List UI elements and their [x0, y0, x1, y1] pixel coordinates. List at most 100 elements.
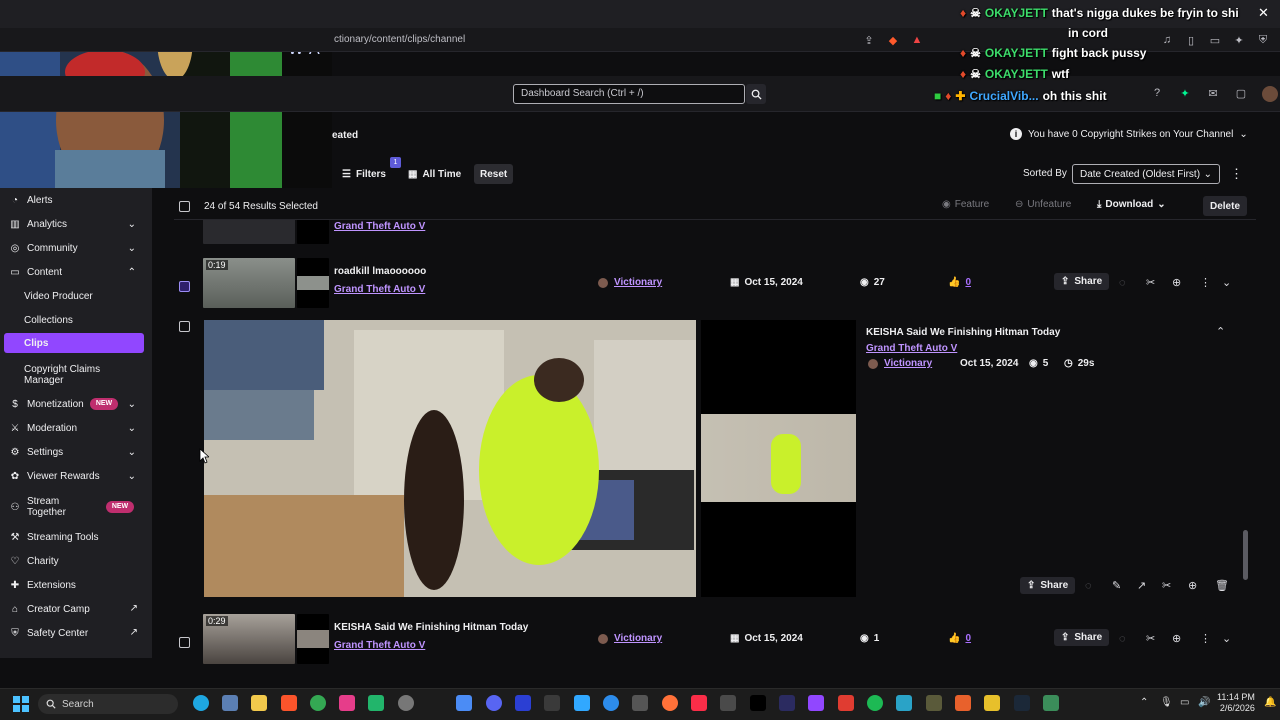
unfeature-button[interactable]: ⊖ Unfeature	[1015, 199, 1071, 210]
photoshop-icon[interactable]	[574, 695, 590, 711]
app-icon[interactable]	[339, 695, 355, 711]
sidebar-item-monetization[interactable]: $ Monetization NEW ⌄	[0, 394, 152, 414]
clip-thumbnail[interactable]	[203, 220, 295, 244]
sidebar-item-content[interactable]: ▭ Content ⌃	[0, 262, 152, 282]
expanded-clip-game-link[interactable]: Grand Theft Auto V	[866, 343, 957, 354]
app-icon[interactable]	[926, 695, 942, 711]
app-icon[interactable]	[1043, 695, 1059, 711]
music-icon[interactable]: ♫	[1160, 33, 1174, 47]
clip-game-link[interactable]: Grand Theft Auto V	[334, 221, 425, 232]
app-icon[interactable]	[750, 695, 766, 711]
notification-icon[interactable]: 🔔	[1264, 697, 1276, 708]
scissors-icon[interactable]: ✂	[1162, 579, 1171, 592]
sort-select[interactable]: Date Created (Oldest First) ⌄	[1072, 164, 1220, 184]
app-icon[interactable]	[838, 695, 854, 711]
scissors-icon[interactable]: ✂	[1146, 276, 1155, 289]
app-icon[interactable]	[515, 695, 531, 711]
app-icon[interactable]	[720, 695, 736, 711]
chat-icon[interactable]: ▢	[1234, 86, 1248, 100]
app-icon[interactable]	[603, 695, 619, 711]
help-icon[interactable]: ?	[1150, 86, 1164, 100]
mail-icon[interactable]: ✉	[1206, 86, 1220, 100]
row-checkbox[interactable]	[179, 321, 190, 332]
taskbar-search[interactable]: Search	[38, 694, 178, 714]
filters-button[interactable]: ☰ Filters	[336, 164, 392, 184]
app-icon[interactable]	[896, 695, 912, 711]
brave-rewards-icon[interactable]: ▲	[910, 33, 924, 47]
sidebar-item-collections[interactable]: Collections	[0, 310, 152, 330]
delete-button[interactable]: Delete	[1203, 196, 1248, 216]
vpn-icon[interactable]: ⛨	[1256, 33, 1270, 47]
dashboard-search-input[interactable]: Dashboard Search (Ctrl + /)	[513, 84, 745, 104]
clip-thumbnail[interactable]: 0:19	[203, 258, 295, 308]
app-icon[interactable]	[779, 695, 795, 711]
clip-video-player[interactable]	[204, 320, 696, 597]
clip-thumbnail[interactable]: 0:29	[203, 614, 295, 664]
sidebar-item-viewer-rewards[interactable]: ✿ Viewer Rewards ⌄	[0, 466, 152, 486]
app-icon[interactable]	[632, 695, 648, 711]
game-icon[interactable]	[456, 695, 472, 711]
file-explorer-icon[interactable]	[251, 695, 267, 711]
avatar[interactable]	[1262, 86, 1278, 102]
table-row[interactable]: Grand Theft Auto V	[174, 220, 1256, 246]
share-page-icon[interactable]: ⇪	[862, 33, 876, 47]
sidebar-item-charity[interactable]: ♡ Charity	[0, 551, 152, 571]
search-button[interactable]	[746, 84, 766, 104]
clip-game-link[interactable]: Grand Theft Auto V	[334, 284, 425, 295]
twitch-icon[interactable]	[808, 695, 824, 711]
more-options-icon[interactable]: ⋮	[1230, 166, 1243, 182]
brave-icon[interactable]	[281, 695, 297, 711]
microphone-icon[interactable]: 🎙	[1160, 697, 1173, 708]
sidebar-item-streaming-tools[interactable]: ⚒ Streaming Tools	[0, 527, 152, 547]
feature-icon[interactable]: ⊕	[1172, 276, 1181, 289]
settings-app-icon[interactable]	[222, 695, 238, 711]
spotify-icon[interactable]	[867, 695, 883, 711]
firefox-icon[interactable]	[662, 695, 678, 711]
sidebar-item-alerts[interactable]: ◔ Alerts	[0, 190, 152, 210]
clip-title[interactable]: roadkill lmaoooooo	[334, 266, 426, 277]
app-icon[interactable]	[984, 695, 1000, 711]
open-external-icon[interactable]: ↗	[1137, 579, 1146, 592]
copyright-strikes-dropdown[interactable]: i You have 0 Copyright Strikes on Your C…	[1010, 128, 1248, 140]
time-range-button[interactable]: ▦ All Time	[402, 164, 467, 184]
share-button[interactable]: ⇪ Share	[1054, 273, 1110, 290]
url-text[interactable]: ctionary/content/clips/channel	[334, 34, 465, 45]
sidebar-item-video-producer[interactable]: Video Producer	[0, 286, 152, 306]
network-icon[interactable]: ▭	[1180, 697, 1189, 708]
app-icon[interactable]	[398, 695, 414, 711]
row-checkbox[interactable]	[179, 637, 190, 648]
windows-start-icon[interactable]	[13, 696, 29, 712]
crown-icon[interactable]: ✦	[1178, 86, 1192, 100]
ai-icon[interactable]: ✦	[1232, 33, 1246, 47]
volume-icon[interactable]: 🔊	[1198, 697, 1210, 708]
reset-button[interactable]: Reset	[474, 164, 514, 184]
clip-title[interactable]: KEISHA Said We Finishing Hitman Today	[334, 622, 528, 633]
scrollbar-thumb[interactable]	[1243, 530, 1248, 580]
brave-shield-icon[interactable]: ◆	[886, 33, 900, 47]
sidebar-item-settings[interactable]: ⚙ Settings ⌄	[0, 442, 152, 462]
app-icon[interactable]	[368, 695, 384, 711]
taskbar-clock[interactable]: 11:14 PM 2/6/2026	[1217, 692, 1255, 714]
app-icon[interactable]	[544, 695, 560, 711]
select-all-checkbox[interactable]	[179, 201, 190, 212]
download-button[interactable]: ⤓ Download ⌄	[1097, 199, 1166, 210]
sidebar-item-stream-together[interactable]: ⚇ Stream Together NEW	[0, 492, 152, 522]
sidebar-item-extensions[interactable]: ✚ Extensions	[0, 575, 152, 595]
sidebar-item-moderation[interactable]: ⚔ Moderation ⌄	[0, 418, 152, 438]
edge-icon[interactable]	[193, 695, 209, 711]
music-app-icon[interactable]	[691, 695, 707, 711]
tray-chevron-icon[interactable]: ⌃	[1140, 697, 1148, 708]
more-options-icon[interactable]: ⋮	[1200, 276, 1211, 289]
row-checkbox[interactable]	[179, 281, 190, 292]
wallet-icon[interactable]: ▭	[1208, 33, 1222, 47]
chrome-icon[interactable]	[310, 695, 326, 711]
feature-icon[interactable]: ⊕	[1188, 579, 1197, 592]
steam-icon[interactable]	[1014, 695, 1030, 711]
clip-game-link[interactable]: Grand Theft Auto V	[334, 640, 425, 651]
clip-creator[interactable]: Victionary	[598, 277, 662, 288]
edit-icon[interactable]: ✎	[1112, 579, 1121, 592]
more-options-icon[interactable]: ⋮	[1200, 632, 1211, 645]
expanded-clip-creator[interactable]: Victionary	[868, 358, 932, 369]
app-icon[interactable]	[955, 695, 971, 711]
table-row[interactable]: 0:29 KEISHA Said We Finishing Hitman Tod…	[174, 610, 1256, 668]
